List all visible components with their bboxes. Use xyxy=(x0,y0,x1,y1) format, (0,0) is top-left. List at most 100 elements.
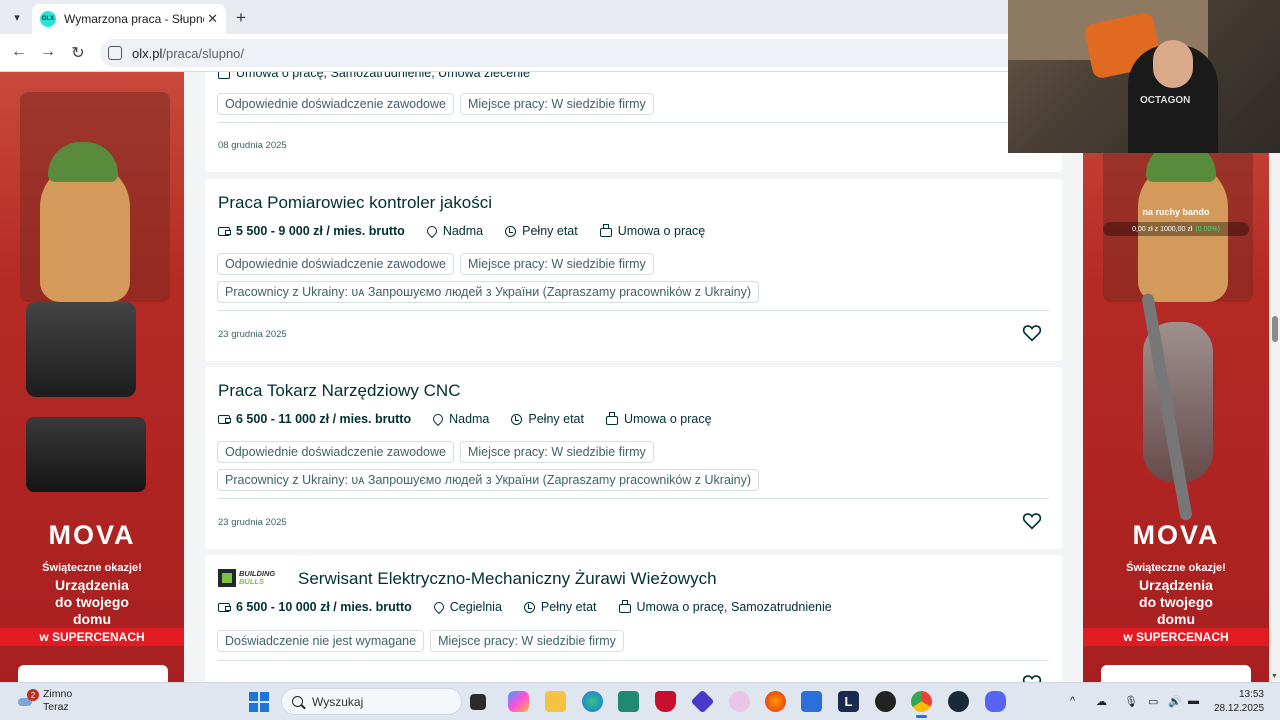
listing-card-partial[interactable]: Umowa o pracę, Samozatrudnienie, Umowa z… xyxy=(205,72,1062,172)
browser-tab-active[interactable]: OLX Wymarzona praca - Słupno - sp ✕ xyxy=(32,4,226,34)
listing-meta: 5 500 - 9 000 zł / mies. brutto Nadma Pe… xyxy=(218,223,727,239)
left-banner-ad[interactable]: MOVA Świąteczne okazje! Urządzenia do tw… xyxy=(0,72,184,682)
listing-chips: Odpowiednie doświadczenie zawodowe Miejs… xyxy=(217,93,654,115)
stream-goal-amount: 0,00 zł z 1000,00 zł xyxy=(1132,225,1193,233)
right-banner-ad[interactable]: na ruchy bando 0,00 zł z 1000,00 zł (0.00… xyxy=(1083,72,1269,682)
stream-goal-percent: (0.00%) xyxy=(1195,225,1220,233)
scrollbar-thumb[interactable] xyxy=(1272,316,1278,342)
ad-headline-line3: domu xyxy=(72,611,112,627)
taskbar-search[interactable]: Wyszukaj xyxy=(281,688,462,715)
favorite-heart-icon[interactable] xyxy=(1022,674,1042,682)
show-hidden-icons-chevron-icon[interactable]: ^ xyxy=(1070,695,1075,707)
settings-gear-icon[interactable] xyxy=(729,691,750,712)
chip: Miejsce pracy: W siedzibie firmy xyxy=(459,93,654,115)
clock-icon xyxy=(505,225,517,237)
listing-date: 23 grudnia 2025 xyxy=(218,517,287,528)
favorite-heart-icon[interactable] xyxy=(1022,512,1042,530)
microphone-icon[interactable]: 🎙 xyxy=(1124,695,1138,708)
page-viewport: MOVA Świąteczne okazje! Urządzenia do tw… xyxy=(0,72,1280,682)
task-view-icon[interactable] xyxy=(470,694,486,710)
weather-badge: 2 xyxy=(27,689,39,701)
reload-icon[interactable]: ↻ xyxy=(68,43,88,63)
chip: Odpowiednie doświadczenie zawodowe xyxy=(217,253,454,275)
firefox-icon[interactable] xyxy=(765,691,786,712)
onedrive-icon[interactable]: ☁ xyxy=(1096,695,1107,708)
ad-subtitle: Świąteczne okazje! xyxy=(42,562,142,574)
store-icon[interactable] xyxy=(618,691,639,712)
ad-airfryer-image xyxy=(26,417,146,492)
edge-browser-icon[interactable] xyxy=(582,691,603,712)
ad-reindeer-image xyxy=(40,162,130,302)
network-icon[interactable]: ▭ xyxy=(1148,695,1158,708)
chip: Miejsce pracy: W siedzibie firmy xyxy=(459,441,654,463)
battery-icon[interactable]: ▬ xyxy=(1188,695,1199,707)
ad-headline-line1: Urządzenia xyxy=(55,577,129,593)
location: Nadma xyxy=(449,412,490,426)
ad-headline-line2: do twojego xyxy=(55,594,129,610)
chip: Miejsce pracy: W siedzibie firmy xyxy=(430,630,624,652)
listing-title[interactable]: Praca Pomiarowiec kontroler jakości xyxy=(218,193,492,213)
location: Cegielnia xyxy=(449,600,502,614)
listing-chips-extra: Pracownicy z Ukrainy: ᴜᴀ Запрошуємо люде… xyxy=(217,281,760,303)
forward-arrow-icon[interactable]: → xyxy=(38,43,58,61)
listing-title[interactable]: Serwisant Elektryczno-Mechaniczny Żurawi… xyxy=(298,569,717,589)
mcafee-icon[interactable] xyxy=(655,691,676,712)
location-pin-icon xyxy=(424,223,439,239)
outlook-icon[interactable] xyxy=(801,691,822,712)
weather-widget[interactable]: 2 Zimno Teraz xyxy=(18,688,72,714)
ad-brand-logo: MOVA xyxy=(1132,520,1220,550)
windows-start-icon[interactable] xyxy=(249,692,269,712)
copilot-icon[interactable] xyxy=(508,691,529,712)
page-scrollbar[interactable]: ▼ xyxy=(1269,72,1280,682)
contract-type: Umowa o pracę xyxy=(617,224,706,238)
chrome-icon[interactable] xyxy=(911,691,932,718)
tab-close-icon[interactable]: ✕ xyxy=(207,11,218,27)
file-explorer-icon[interactable] xyxy=(545,691,566,712)
tab-search-dropdown-icon[interactable]: ▾ xyxy=(6,7,28,27)
listing-chips: Doświadczenie nie jest wymagane Miejsce … xyxy=(217,630,624,652)
location-pin-icon xyxy=(431,411,446,427)
webcam-overlay: OCTAGON xyxy=(1008,0,1280,153)
company-logo: BUILDING BULLS xyxy=(218,566,286,590)
url-host: olx.pl xyxy=(132,45,163,61)
chip-ukraine: Pracownicy z Ukrainy: ᴜᴀ Запрошуємо люде… xyxy=(217,281,760,303)
listing-meta: 6 500 - 10 000 zł / mies. brutto Cegieln… xyxy=(218,599,854,615)
new-tab-plus-icon[interactable]: + xyxy=(236,8,246,28)
listing-card[interactable]: BUILDING BULLS Serwisant Elektryczno-Mech… xyxy=(205,555,1062,682)
listing-chips: Odpowiednie doświadczenie zawodowe Miejs… xyxy=(217,441,654,463)
scroll-down-arrow-icon[interactable]: ▼ xyxy=(1271,673,1278,680)
chip: Odpowiednie doświadczenie zawodowe xyxy=(217,441,454,463)
steam-icon[interactable] xyxy=(948,691,969,712)
discord-icon[interactable] xyxy=(985,691,1006,712)
listing-date: 23 grudnia 2025 xyxy=(218,329,287,340)
favorite-heart-icon[interactable] xyxy=(1022,324,1042,342)
company-logo-mark xyxy=(218,569,236,587)
work-hours: Pełny etat xyxy=(528,412,584,426)
ad-bottom-button[interactable] xyxy=(18,665,168,682)
launcher-l-icon[interactable]: L xyxy=(838,691,859,712)
card-divider xyxy=(218,122,1049,123)
ad-headline: Urządzenia do twojego domu xyxy=(0,577,184,628)
listing-card[interactable]: Praca Pomiarowiec kontroler jakości 5 50… xyxy=(205,179,1062,361)
volume-icon[interactable]: 🔊 xyxy=(1168,695,1182,708)
obs-icon[interactable] xyxy=(875,691,896,712)
clock-date: 28.12.2025 xyxy=(1214,703,1265,714)
ad-bottom-button[interactable] xyxy=(1101,665,1251,682)
listing-card[interactable]: Praca Tokarz Narzędziowy CNC 6 500 - 11 … xyxy=(205,367,1062,549)
salary: 6 500 - 10 000 zł / mies. brutto xyxy=(236,600,412,614)
clock-icon xyxy=(523,601,535,613)
chip-ukraine: Pracownicy z Ukrainy: ᴜᴀ Запрошуємо люде… xyxy=(217,469,760,491)
taskbar-clock[interactable]: 13:53 28.12.2025 xyxy=(1214,688,1264,716)
weather-icon: 2 xyxy=(18,689,39,710)
ad-headline-line1: Urządzenia xyxy=(1139,577,1213,593)
chip: Miejsce pracy: W siedzibie firmy xyxy=(459,253,654,275)
listing-chips: Odpowiednie doświadczenie zawodowe Miejs… xyxy=(217,253,654,275)
windows-taskbar: 2 Zimno Teraz Wyszukaj L ^ ☁ 🎙 ▭ 🔊 ▬ 13:… xyxy=(0,682,1280,720)
back-arrow-icon[interactable]: ← xyxy=(9,43,29,61)
proton-vpn-icon[interactable] xyxy=(690,689,715,714)
site-info-icon[interactable] xyxy=(108,46,122,60)
card-divider xyxy=(218,660,1049,661)
ad-headline-line3: domu xyxy=(1156,611,1196,627)
card-divider xyxy=(218,310,1049,311)
listing-title[interactable]: Praca Tokarz Narzędziowy CNC xyxy=(218,381,460,401)
